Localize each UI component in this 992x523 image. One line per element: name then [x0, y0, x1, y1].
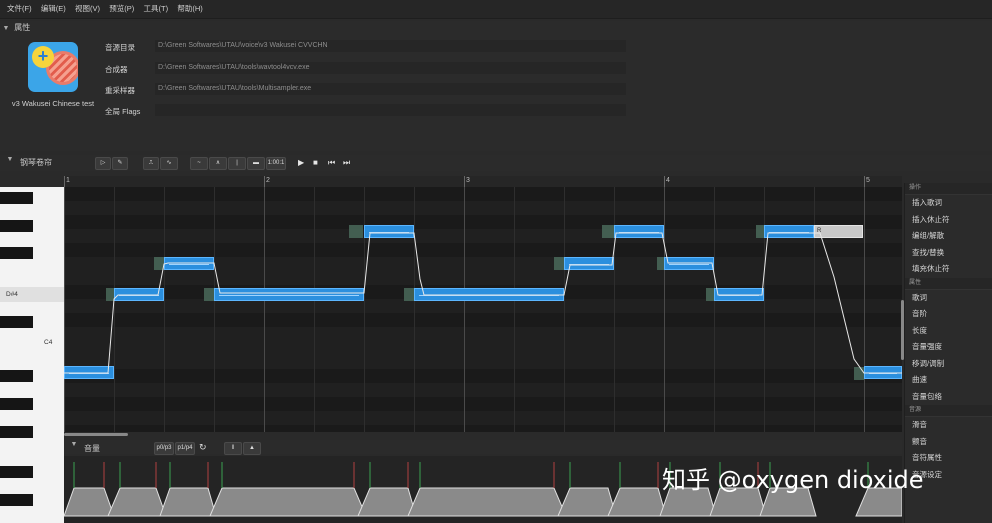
vibrato-icon[interactable]: ∧ — [209, 157, 227, 170]
wavtool-label: 合成器 — [105, 65, 128, 74]
piano-roll-title: 钢琴卷帘 — [20, 158, 52, 167]
global-flags-label: 全局 Flags — [105, 107, 141, 116]
block-tool-icon[interactable]: ▬ — [247, 157, 265, 170]
side-item-vibrato[interactable]: 颤音 — [905, 434, 992, 451]
side-item-fill-rest[interactable]: 填充休止符 — [905, 261, 992, 278]
wavtool-field[interactable]: D:\Green Softwares\UTAU\tools\wavtool4vc… — [155, 62, 626, 74]
side-item-envelope[interactable]: 音量包络 — [905, 389, 992, 406]
expression-btn-a[interactable]: p0/p3 — [154, 442, 174, 455]
refresh-icon[interactable]: ↻ — [199, 442, 207, 453]
expression-btn-b[interactable]: p1/p4 — [175, 442, 195, 455]
pencil-tool-icon[interactable]: ✎ — [112, 157, 128, 170]
menu-file[interactable]: 文件(F) — [7, 0, 32, 18]
snap-icon[interactable]: ⎍ — [143, 157, 159, 170]
ruler-bar-5: 5 — [866, 177, 870, 184]
expression-header: ▼ 音量 p0/p3 p1/p4 ↻ ‖ ▲ — [64, 440, 902, 455]
side-item-lyric[interactable]: 歌词 — [905, 290, 992, 307]
menu-tools[interactable]: 工具(T) — [144, 0, 169, 18]
split-icon[interactable]: ‖ — [224, 442, 242, 455]
menu-preview[interactable]: 预览(P) — [109, 0, 134, 18]
play-icon[interactable]: ▶ — [298, 157, 304, 169]
chevron-down-icon[interactable]: ▼ — [4, 156, 16, 163]
properties-header[interactable]: ▼ 属性 — [0, 21, 992, 35]
ruler-bar-3: 3 — [466, 177, 470, 184]
piano-keyboard[interactable]: D#4 C4 — [0, 187, 64, 523]
singer-name: v3 Wakusei Chinese test — [11, 99, 95, 108]
side-item-find-replace[interactable]: 查找/替换 — [905, 245, 992, 262]
side-item-intensity[interactable]: 音量强度 — [905, 339, 992, 356]
cursor-tool-icon[interactable]: ▷ — [95, 157, 111, 170]
piano-roll-toolbar: ▼ 钢琴卷帘 ▷ ✎ ⎍ ∿ ~ ∧ | ▬ 1:00:1 ▶ ■ ⏮ ⏭ — [0, 155, 992, 171]
ruler-bar-1: 1 — [66, 177, 70, 184]
key-label-c4: C4 — [44, 339, 53, 346]
side-item-pitch[interactable]: 音阶 — [905, 306, 992, 323]
side-item-insert-lyrics[interactable]: 插入歌词 — [905, 195, 992, 212]
pitch-curve — [64, 232, 902, 374]
voice-dir-label: 音源目录 — [105, 43, 135, 52]
note-grid[interactable]: R — [64, 187, 902, 432]
properties-title: 属性 — [14, 23, 31, 32]
menu-view[interactable]: 视图(V) — [75, 0, 100, 18]
global-flags-field[interactable] — [155, 104, 626, 116]
resampler-label: 重采样器 — [105, 86, 135, 95]
side-item-insert-rest[interactable]: 插入休止符 — [905, 212, 992, 229]
expression-title: 音量 — [84, 444, 100, 453]
side-section-properties: 属性 — [905, 277, 992, 290]
chevron-down-icon[interactable]: ▼ — [68, 441, 80, 448]
key-label-ds4: D#4 — [6, 291, 18, 298]
menu-edit[interactable]: 编辑(E) — [41, 0, 66, 18]
menu-help[interactable]: 帮助(H) — [177, 0, 202, 18]
plus-icon: + — [32, 46, 54, 68]
ruler-bar-4: 4 — [666, 177, 670, 184]
chevron-down-icon[interactable]: ▼ — [0, 22, 12, 36]
side-item-group[interactable]: 编组/解散 — [905, 228, 992, 245]
tempo-button[interactable]: 1:00:1 — [266, 157, 286, 170]
watermark: 知乎 @oxygen dioxide — [662, 466, 924, 494]
side-item-portamento[interactable]: 滑音 — [905, 417, 992, 434]
side-item-tempo[interactable]: 曲速 — [905, 372, 992, 389]
menu-bar: 文件(F) 编辑(E) 视图(V) 预览(P) 工具(T) 帮助(H) — [0, 0, 992, 19]
pitch-curve-icon[interactable]: ∿ — [160, 157, 178, 170]
singer-avatar[interactable]: + — [28, 42, 78, 92]
horizontal-scrollbar[interactable] — [64, 433, 128, 436]
skip-forward-icon[interactable]: ⏭ — [343, 157, 350, 169]
side-section-operations: 操作 — [905, 183, 992, 195]
voice-dir-field[interactable]: D:\Green Softwares\UTAU\voice\v3 Wakusei… — [155, 40, 626, 52]
side-item-length[interactable]: 长度 — [905, 323, 992, 340]
side-section-voice: 音源 — [905, 405, 992, 417]
ruler-bar-2: 2 — [266, 177, 270, 184]
curve-tool-icon[interactable]: ~ — [190, 157, 208, 170]
resampler-field[interactable]: D:\Green Softwares\UTAU\tools\Multisampl… — [155, 83, 626, 95]
side-item-modulation[interactable]: 移调/调制 — [905, 356, 992, 373]
skip-back-icon[interactable]: ⏮ — [328, 157, 335, 169]
line-tool-icon[interactable]: | — [228, 157, 246, 170]
stop-icon[interactable]: ■ — [313, 157, 318, 169]
envelope-icon[interactable]: ▲ — [243, 442, 261, 455]
